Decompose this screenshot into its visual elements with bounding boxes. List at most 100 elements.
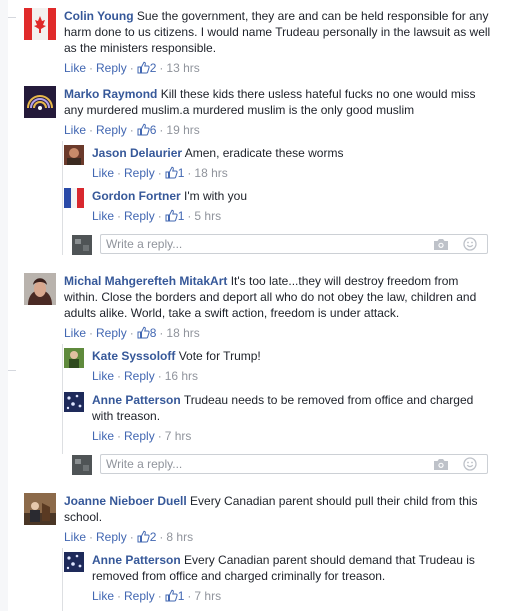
reply-actions: Like · Reply · 1 · 7 hrs: [92, 588, 489, 606]
timestamp[interactable]: 7 hrs: [194, 589, 221, 603]
separator-dot: ·: [157, 429, 162, 443]
avatar[interactable]: [64, 392, 84, 412]
reply-button[interactable]: Reply: [124, 429, 155, 443]
separator-dot: ·: [117, 166, 122, 180]
avatar[interactable]: [24, 493, 56, 525]
like-button[interactable]: Like: [92, 429, 114, 443]
separator-dot: ·: [157, 589, 162, 603]
separator-dot: ·: [159, 61, 164, 75]
commenter-name[interactable]: Joanne Nieboer Duell: [64, 494, 187, 508]
thumbs-up-icon: [137, 61, 150, 78]
replier-name[interactable]: Gordon Fortner: [92, 189, 181, 203]
like-button[interactable]: Like: [64, 123, 86, 137]
replier-name[interactable]: Anne Patterson: [92, 553, 181, 567]
thread-line: [62, 344, 63, 454]
separator-dot: ·: [129, 123, 134, 137]
commenter-name[interactable]: Michal Mahgerefteh MitakArt: [64, 274, 227, 288]
like-button[interactable]: Like: [92, 209, 114, 223]
comment-actions: Like · Reply · 6 · 19 hrs: [64, 122, 494, 140]
like-count[interactable]: 1: [165, 209, 184, 226]
timestamp[interactable]: 18 hrs: [166, 326, 199, 340]
timestamp[interactable]: 19 hrs: [166, 123, 199, 137]
like-button[interactable]: Like: [64, 326, 86, 340]
separator-dot: ·: [117, 429, 122, 443]
separator-dot: ·: [117, 589, 122, 603]
reply-actions: Like · Reply · 1 · 5 hrs: [92, 208, 489, 226]
thread-line: [62, 141, 63, 255]
separator-dot: ·: [89, 123, 94, 137]
comment-actions: Like · Reply · 2 · 8 hrs: [64, 529, 494, 547]
avatar[interactable]: [64, 145, 84, 165]
avatar[interactable]: [24, 8, 56, 40]
separator-dot: ·: [89, 530, 94, 544]
avatar[interactable]: [64, 348, 84, 368]
reply-button[interactable]: Reply: [124, 589, 155, 603]
separator-dot: ·: [157, 209, 162, 223]
commenter-name[interactable]: Marko Raymond: [64, 87, 157, 101]
reply-actions: Like · Reply · 1 · 18 hrs: [92, 165, 489, 183]
reply-button[interactable]: Reply: [96, 123, 127, 137]
reply-button[interactable]: Reply: [96, 530, 127, 544]
separator-dot: ·: [129, 326, 134, 340]
reply-text: Amen, eradicate these worms: [184, 146, 344, 160]
thumbs-up-icon: [165, 166, 178, 183]
reply-input-box: [100, 454, 488, 474]
like-count[interactable]: 8: [137, 326, 156, 343]
separator-dot: ·: [159, 123, 164, 137]
separator-dot: ·: [187, 166, 192, 180]
separator-dot: ·: [117, 369, 122, 383]
avatar[interactable]: [64, 552, 84, 572]
timestamp[interactable]: 16 hrs: [165, 369, 198, 383]
reply-button[interactable]: Reply: [124, 369, 155, 383]
avatar[interactable]: [24, 273, 56, 305]
like-button[interactable]: Like: [92, 166, 114, 180]
like-count[interactable]: 6: [137, 123, 156, 140]
separator-dot: ·: [117, 209, 122, 223]
commenter-name[interactable]: Colin Young: [64, 9, 134, 23]
like-button[interactable]: Like: [64, 61, 86, 75]
like-count[interactable]: 1: [165, 589, 184, 606]
separator-dot: ·: [159, 530, 164, 544]
replier-name[interactable]: Anne Patterson: [92, 393, 181, 407]
emoji-icon[interactable]: [463, 237, 479, 251]
thumbs-up-icon: [165, 209, 178, 226]
separator-dot: ·: [89, 326, 94, 340]
reply-button[interactable]: Reply: [96, 61, 127, 75]
reply-input[interactable]: [106, 235, 426, 253]
replier-name[interactable]: Jason Delaurier: [92, 146, 182, 160]
left-divider: [8, 370, 16, 371]
camera-icon[interactable]: [433, 237, 449, 251]
like-count[interactable]: 2: [137, 530, 156, 544]
reply-input[interactable]: [106, 455, 426, 473]
comment-actions: Like · Reply · 2 · 13 hrs: [64, 60, 494, 78]
avatar[interactable]: [64, 188, 84, 208]
camera-icon[interactable]: [433, 457, 449, 471]
thumbs-up-icon: [137, 326, 150, 343]
reply-button[interactable]: Reply: [124, 209, 155, 223]
emoji-icon[interactable]: [463, 457, 479, 471]
like-button[interactable]: Like: [64, 530, 86, 544]
separator-dot: ·: [129, 530, 134, 544]
separator-dot: ·: [129, 61, 134, 75]
comments-panel: Colin Young Sue the government, they are…: [8, 0, 518, 611]
reply-actions: Like · Reply · 7 hrs: [92, 428, 489, 444]
left-divider: [8, 17, 16, 18]
like-count[interactable]: 1: [165, 166, 184, 183]
timestamp[interactable]: 5 hrs: [194, 209, 221, 223]
separator-dot: ·: [157, 166, 162, 180]
timestamp[interactable]: 8 hrs: [166, 530, 193, 544]
thumbs-up-icon: [137, 123, 150, 140]
replier-name[interactable]: Kate Syssoloff: [92, 349, 175, 363]
avatar: [72, 455, 92, 475]
timestamp[interactable]: 7 hrs: [165, 429, 192, 443]
reply-button[interactable]: Reply: [96, 326, 127, 340]
timestamp[interactable]: 18 hrs: [194, 166, 227, 180]
like-button[interactable]: Like: [92, 369, 114, 383]
like-count[interactable]: 2: [137, 61, 156, 78]
thumbs-up-icon: [165, 589, 178, 606]
like-button[interactable]: Like: [92, 589, 114, 603]
timestamp[interactable]: 13 hrs: [166, 61, 199, 75]
avatar[interactable]: [24, 86, 56, 118]
reply-button[interactable]: Reply: [124, 166, 155, 180]
separator-dot: ·: [159, 326, 164, 340]
